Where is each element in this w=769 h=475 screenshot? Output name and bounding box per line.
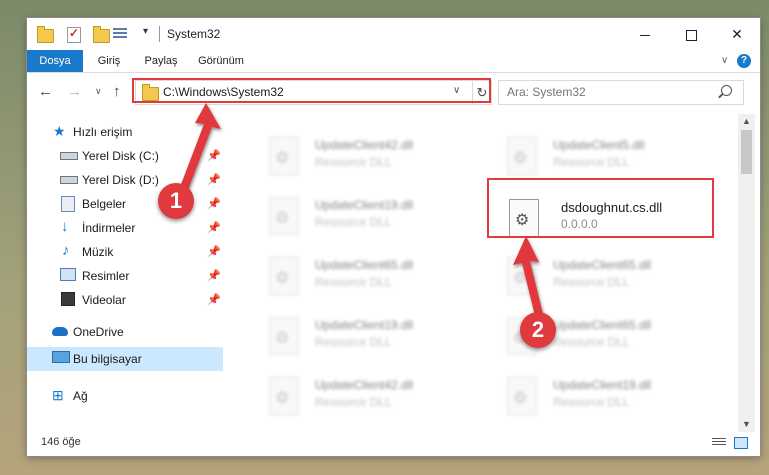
arrow-to-address-bar (180, 103, 221, 190)
step-1-badge: 1 (158, 183, 194, 219)
arrow-to-target-file (513, 236, 544, 320)
tutorial-arrows (180, 103, 544, 320)
step-2-badge: 2 (520, 312, 556, 348)
